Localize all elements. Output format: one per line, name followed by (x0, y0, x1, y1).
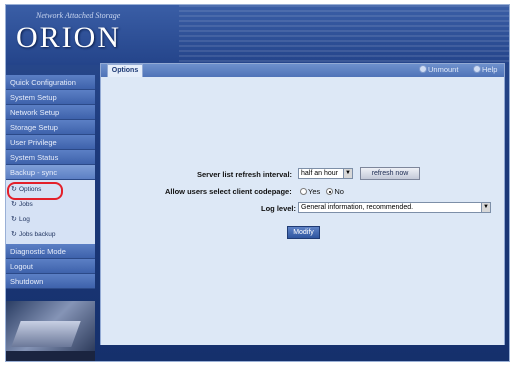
codepage-yes-label: Yes (308, 187, 321, 196)
help-link-label: Help (482, 65, 498, 74)
sidebar-item-quick-configuration[interactable]: Quick Configuration (6, 75, 95, 90)
sidebar-item-backup-sync[interactable]: Backup - sync (6, 165, 95, 180)
refresh-now-button[interactable]: refresh now (360, 167, 420, 180)
backup-sub-list: ↻ Options ↻ Jobs ↻ Log ↻ Jobs backup (6, 180, 95, 244)
sidebar-subitem-jobs[interactable]: ↻ Jobs (6, 197, 95, 212)
brand-name: Orion (16, 21, 121, 54)
chevron-down-icon: ▼ (481, 203, 490, 212)
modify-button[interactable]: Modify (287, 226, 320, 239)
options-form: Server list refresh interval: half an ho… (101, 77, 504, 345)
log-level-label: Log level: (261, 204, 297, 213)
brand-tagline: Network Attached Storage (36, 11, 121, 20)
sidebar-item-shutdown[interactable]: Shutdown (6, 274, 95, 289)
sidebar-subitem-jobs-backup[interactable]: ↻ Jobs backup (6, 227, 95, 242)
codepage-radio-group: Yes No (296, 187, 344, 196)
circular-arrow-icon: ↻ (11, 216, 17, 223)
sidebar-item-diagnostic-mode[interactable]: Diagnostic Mode (6, 244, 95, 259)
sidebar-subitem-options[interactable]: ↻ Options (6, 182, 95, 200)
sidebar-item-network-setup[interactable]: Network Setup (6, 105, 95, 120)
unmount-link[interactable]: Unmount (419, 65, 458, 74)
sidebar-subitem-label: Jobs backup (19, 231, 56, 238)
sidebar-subitem-label: Log (19, 216, 30, 223)
circular-arrow-icon: ↻ (11, 231, 17, 238)
tab-options[interactable]: Options (107, 64, 143, 77)
sidebar-item-user-privilege[interactable]: User Privilege (6, 135, 95, 150)
sidebar-subitem-label: Jobs (19, 201, 33, 208)
sidebar-item-logout[interactable]: Logout (6, 259, 95, 274)
brand-logo: Orion (16, 21, 121, 55)
circular-arrow-icon: ↻ (11, 201, 17, 208)
log-level-value: General information, recommended. (301, 204, 414, 211)
sidebar-item-storage-setup[interactable]: Storage Setup (6, 120, 95, 135)
sidebar-subitem-log[interactable]: ↻ Log (6, 212, 95, 227)
sidebar-subitem-label: Options (19, 186, 42, 193)
log-level-select[interactable]: General information, recommended. ▼ (298, 202, 491, 213)
header: Network Attached Storage Orion (6, 5, 509, 65)
sidebar: Quick Configuration System Setup Network… (6, 75, 95, 295)
app-frame: Network Attached Storage Orion Quick Con… (5, 4, 510, 362)
sidebar-item-system-status[interactable]: System Status (6, 150, 95, 165)
panel-tab-bar: Options Unmount Help (101, 64, 504, 77)
main-panel: Options Unmount Help Server list refresh… (100, 63, 505, 345)
codepage-no-label: No (334, 187, 344, 196)
help-icon (473, 65, 481, 73)
chevron-down-icon: ▼ (343, 169, 352, 178)
sidebar-item-system-setup[interactable]: System Setup (6, 90, 95, 105)
codepage-label: Allow users select client codepage: (165, 187, 292, 196)
unmount-link-label: Unmount (428, 65, 459, 74)
codepage-yes-radio[interactable] (300, 188, 307, 195)
codepage-no-radio[interactable] (326, 188, 334, 195)
unmount-icon (419, 65, 427, 73)
refresh-interval-label: Server list refresh interval: (197, 170, 293, 179)
refresh-interval-select[interactable]: half an hour ▼ (298, 168, 353, 179)
decorative-device-image (6, 301, 95, 361)
header-decoration (179, 5, 509, 65)
refresh-interval-value: half an hour (301, 170, 338, 177)
circular-arrow-icon: ↻ (11, 186, 17, 193)
help-link[interactable]: Help (473, 65, 497, 74)
